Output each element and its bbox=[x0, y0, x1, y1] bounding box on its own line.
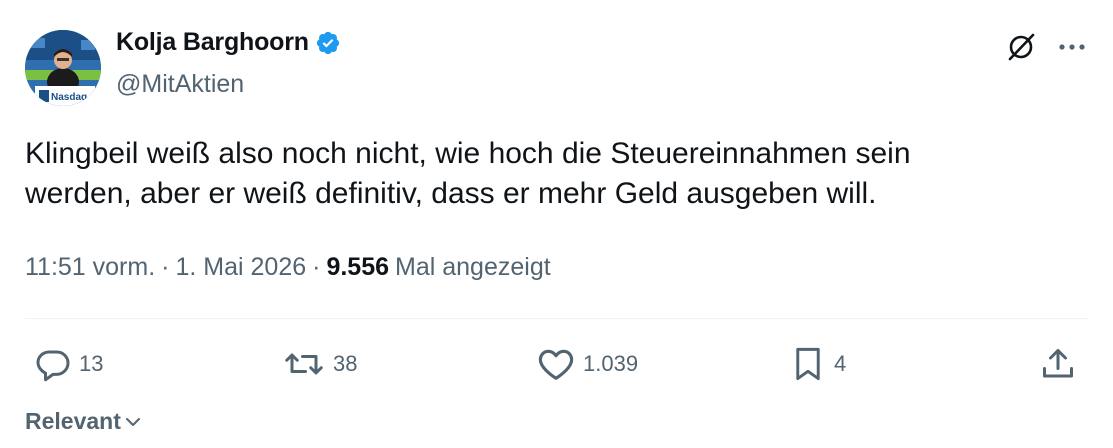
like-button[interactable]: 1.039 bbox=[537, 342, 638, 386]
tweet-time[interactable]: 11:51 vorm. bbox=[25, 253, 155, 282]
share-icon bbox=[1043, 349, 1073, 378]
author-avatar[interactable]: Nasdaq bbox=[25, 30, 101, 106]
divider bbox=[25, 318, 1088, 319]
like-count: 1.039 bbox=[583, 351, 639, 376]
avatar-image: Nasdaq bbox=[25, 30, 101, 106]
reply-count: 13 bbox=[79, 351, 104, 376]
more-options-button[interactable] bbox=[1054, 30, 1090, 64]
author-handle[interactable]: @MitAktien bbox=[116, 70, 244, 99]
chevron-down-icon bbox=[125, 417, 140, 426]
more-icon bbox=[1059, 44, 1085, 50]
repost-icon bbox=[285, 353, 323, 375]
share-button[interactable] bbox=[1040, 342, 1076, 386]
meta-separator: · bbox=[312, 253, 321, 281]
bookmark-count: 4 bbox=[834, 351, 847, 376]
meta-separator: · bbox=[161, 253, 170, 281]
author-name-row[interactable]: Kolja Barghoorn bbox=[116, 28, 341, 57]
tweet-text: Klingbeil weiß also noch nicht, wie hoch… bbox=[25, 137, 911, 210]
grok-button[interactable] bbox=[1004, 30, 1038, 64]
sort-label: Relevant bbox=[25, 408, 121, 434]
sort-relevant-button[interactable]: Relevant bbox=[25, 408, 143, 435]
verified-badge-icon bbox=[315, 30, 341, 56]
avatar-badge-text: Nasdaq bbox=[51, 92, 87, 103]
bookmark-icon bbox=[796, 347, 820, 381]
views-count: 9.556 bbox=[326, 253, 390, 281]
author-name[interactable]: Kolja Barghoorn bbox=[116, 28, 309, 57]
heart-icon bbox=[538, 349, 574, 380]
reply-button[interactable]: 13 bbox=[35, 342, 103, 386]
repost-count: 38 bbox=[333, 351, 358, 376]
views-label: Mal angezeigt bbox=[395, 253, 551, 281]
tweet-meta: 11:51 vorm. · 1. Mai 2026 · 9.556 Mal an… bbox=[25, 253, 551, 282]
tweet-date[interactable]: 1. Mai 2026 bbox=[175, 253, 306, 282]
reply-icon bbox=[36, 350, 70, 382]
repost-button[interactable]: 38 bbox=[283, 342, 357, 386]
bookmark-button[interactable]: 4 bbox=[790, 342, 846, 386]
grok-icon bbox=[1008, 33, 1035, 61]
